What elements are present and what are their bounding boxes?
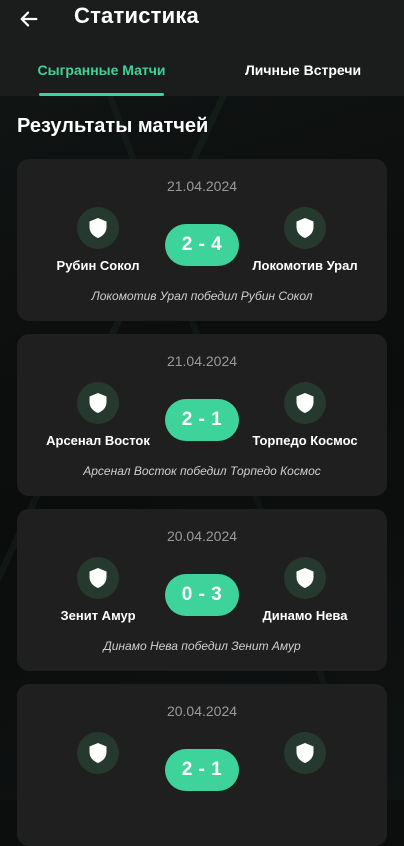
tab-head-to-head[interactable]: Личные Встречи — [232, 62, 374, 96]
match-result-text: Арсенал Восток победил Торпедо Космос — [83, 464, 321, 478]
match-date: 20.04.2024 — [166, 703, 238, 719]
shield-icon — [296, 393, 314, 413]
shield-icon — [296, 743, 314, 763]
team-badge — [284, 557, 326, 599]
team-badge — [77, 732, 119, 774]
away-team-name: Локомотив Урал — [252, 258, 358, 273]
match-result-text: Локомотив Урал победил Рубин Сокол — [91, 289, 313, 303]
team-badge — [77, 557, 119, 599]
shield-icon — [89, 568, 107, 588]
shield-icon — [89, 393, 107, 413]
shield-icon — [296, 568, 314, 588]
home-team: Рубин Сокол — [18, 207, 178, 273]
home-team — [18, 732, 178, 783]
away-team-name: Динамо Нева — [262, 608, 348, 623]
away-team: Локомотив Урал — [225, 207, 385, 273]
home-team: Зенит Амур — [18, 557, 178, 623]
section-title: Результаты матчей — [17, 115, 209, 137]
shield-icon — [89, 218, 107, 238]
match-date: 21.04.2024 — [166, 178, 238, 194]
home-team: Арсенал Восток — [18, 382, 178, 448]
page-title: Статистика — [74, 3, 199, 28]
match-card[interactable]: 20.04.2024 Зенит Амур 0 - 3 Динамо Нева … — [17, 509, 387, 671]
back-button[interactable] — [14, 4, 44, 34]
shield-icon — [89, 743, 107, 763]
team-badge — [77, 382, 119, 424]
away-team-name: Торпедо Космос — [252, 433, 358, 448]
match-date: 21.04.2024 — [166, 353, 238, 369]
team-badge — [284, 732, 326, 774]
away-team: Торпедо Космос — [225, 382, 385, 448]
match-result-text: Динамо Нева победил Зенит Амур — [103, 639, 301, 653]
home-team-name: Рубин Сокол — [56, 258, 140, 273]
arrow-left-icon — [20, 11, 38, 27]
app-header: Статистика Сыгранные Матчи Личные Встреч… — [0, 0, 404, 96]
shield-icon — [296, 218, 314, 238]
match-date: 20.04.2024 — [166, 528, 238, 544]
home-team-name: Зенит Амур — [60, 608, 136, 623]
match-card[interactable]: 21.04.2024 Арсенал Восток 2 - 1 Торпедо … — [17, 334, 387, 496]
team-badge — [284, 207, 326, 249]
team-badge — [284, 382, 326, 424]
tab-played-matches[interactable]: Сыгранные Матчи — [30, 62, 173, 96]
home-team-name: Арсенал Восток — [46, 433, 150, 448]
match-card[interactable]: 21.04.2024 Рубин Сокол 2 - 4 Локомотив У… — [17, 159, 387, 321]
away-team: Динамо Нева — [225, 557, 385, 623]
match-card[interactable]: 20.04.2024 2 - 1 — [17, 684, 387, 846]
away-team — [225, 732, 385, 783]
team-badge — [77, 207, 119, 249]
active-tab-indicator — [39, 93, 164, 96]
